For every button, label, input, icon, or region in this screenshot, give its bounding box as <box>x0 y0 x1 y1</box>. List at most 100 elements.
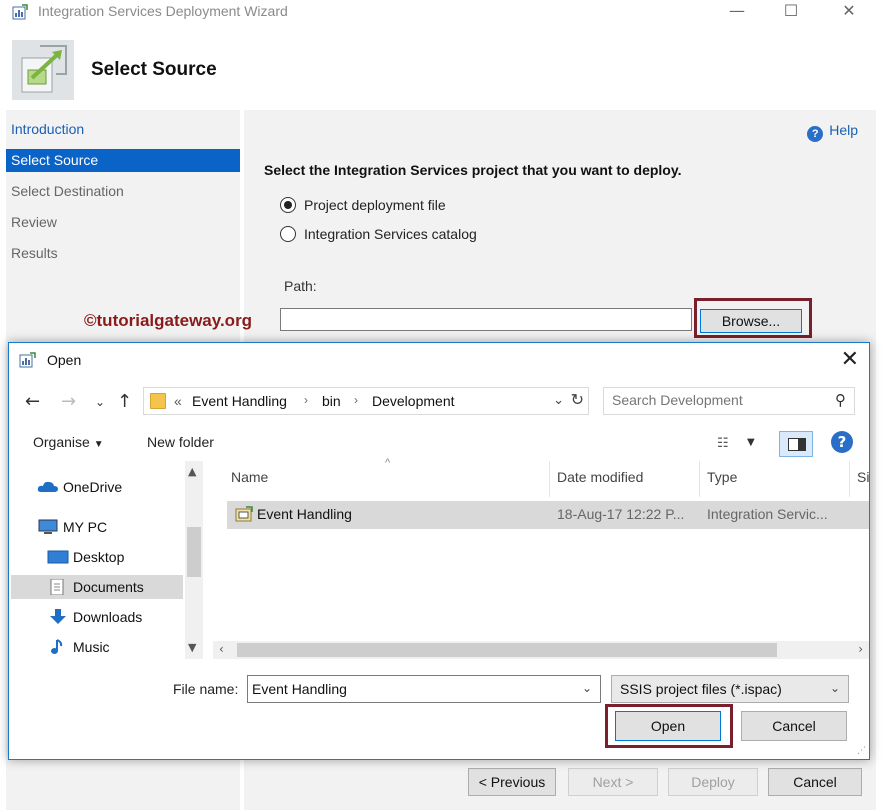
path-input[interactable] <box>280 308 692 331</box>
cloud-icon <box>37 478 59 494</box>
folder-icon <box>150 393 166 409</box>
ispac-file-icon <box>235 506 253 522</box>
tree-scrollbar[interactable]: ▲ ▼ <box>185 461 203 659</box>
next-button[interactable]: Next > <box>568 768 658 796</box>
file-type-cell: Integration Servic... <box>707 506 828 522</box>
column-header-date-modified[interactable]: Date modified <box>557 469 643 485</box>
maximize-button[interactable]: ☐ <box>768 0 814 24</box>
file-name-input[interactable] <box>252 681 572 697</box>
file-name-combobox[interactable]: ⌄ <box>247 675 601 703</box>
column-divider[interactable] <box>549 461 550 497</box>
close-button[interactable]: ✕ <box>826 0 872 24</box>
open-file-dialog: Open ✕ ← → ⌄ ↑ « Event Handling › bin › … <box>8 342 870 760</box>
tree-item-desktop[interactable]: Desktop <box>47 545 207 569</box>
dialog-cancel-button[interactable]: Cancel <box>741 711 847 741</box>
file-name-dropdown-icon[interactable]: ⌄ <box>582 681 592 695</box>
search-icon[interactable]: ⚲ <box>835 391 846 409</box>
preview-pane-icon[interactable] <box>779 431 813 457</box>
search-input[interactable] <box>612 392 822 408</box>
breadcrumb-overflow[interactable]: « <box>174 393 182 409</box>
desktop-icon <box>47 548 69 564</box>
address-bar[interactable]: « Event Handling › bin › Development ⌄ ↻ <box>143 387 589 415</box>
scroll-down-icon[interactable]: ▼ <box>188 641 196 654</box>
radio-selected-indicator[interactable] <box>280 197 296 213</box>
recent-locations-chevron-icon[interactable]: ⌄ <box>95 395 105 409</box>
new-folder-button[interactable]: New folder <box>147 434 214 450</box>
dialog-title-bar: Open ✕ <box>9 343 869 377</box>
organise-menu[interactable]: Organise ▼ <box>33 434 104 450</box>
page-title: Select Source <box>91 59 217 80</box>
column-header-name[interactable]: Name <box>231 469 268 485</box>
previous-button[interactable]: < Previous <box>468 768 556 796</box>
tree-item-label: Documents <box>73 579 144 595</box>
documents-icon <box>47 578 69 596</box>
wizard-app-icon <box>12 4 28 20</box>
scroll-left-icon[interactable]: ‹ <box>219 642 224 656</box>
tree-item-onedrive[interactable]: OneDrive <box>37 475 197 499</box>
wizard-cancel-button[interactable]: Cancel <box>768 768 862 796</box>
breadcrumb-bin[interactable]: bin <box>322 393 341 409</box>
nav-item-select-source[interactable]: Select Source <box>6 149 240 172</box>
breadcrumb-separator-icon: › <box>304 393 308 407</box>
tree-item-documents[interactable]: Documents <box>11 575 183 599</box>
column-divider[interactable] <box>699 461 700 497</box>
dialog-help-icon[interactable]: ? <box>831 431 853 453</box>
wizard-header: Select Source <box>0 26 882 108</box>
dialog-close-icon[interactable]: ✕ <box>841 347 859 372</box>
open-highlight-box <box>605 704 733 748</box>
refresh-icon[interactable]: ↻ <box>571 390 584 409</box>
nav-item-results: Results <box>11 245 58 261</box>
view-options-icon[interactable]: ☷ <box>717 436 729 451</box>
radio-integration-services-catalog[interactable]: Integration Services catalog <box>280 226 477 242</box>
nav-item-review: Review <box>11 214 57 230</box>
file-name-label: File name: <box>173 681 239 697</box>
column-header-type[interactable]: Type <box>707 469 737 485</box>
help-link[interactable]: ? Help <box>807 122 858 142</box>
file-type-select[interactable]: SSIS project files (*.ispac) ⌄ <box>611 675 849 703</box>
dialog-nav-bar: ← → ⌄ ↑ « Event Handling › bin › Develop… <box>9 383 869 419</box>
tree-item-music[interactable]: Music <box>47 635 207 659</box>
tree-item-downloads[interactable]: Downloads <box>47 605 207 629</box>
file-type-dropdown-icon[interactable]: ⌄ <box>830 681 840 695</box>
dialog-app-icon <box>19 352 36 368</box>
view-options-dropdown-icon[interactable]: ▼ <box>747 437 755 448</box>
forward-arrow-icon[interactable]: → <box>61 391 76 412</box>
tree-item-my-pc[interactable]: MY PC <box>37 515 197 539</box>
file-list-scrollbar-thumb[interactable] <box>237 643 777 657</box>
organise-label: Organise <box>33 434 90 450</box>
select-project-prompt: Select the Integration Services project … <box>264 162 682 178</box>
back-arrow-icon[interactable]: ← <box>25 391 40 412</box>
tree-scrollbar-thumb[interactable] <box>187 527 201 577</box>
nav-item-introduction[interactable]: Introduction <box>6 118 240 141</box>
window-title: Integration Services Deployment Wizard <box>38 3 288 19</box>
breadcrumb-separator-icon: › <box>354 393 358 407</box>
minimize-button[interactable]: — <box>714 0 760 24</box>
breadcrumb-development[interactable]: Development <box>372 393 455 409</box>
column-header-size[interactable]: Si <box>857 469 869 485</box>
radio-unselected-indicator[interactable] <box>280 226 296 242</box>
sort-indicator-icon: ^ <box>385 457 391 469</box>
address-dropdown-icon[interactable]: ⌄ <box>553 392 564 408</box>
radio-file-label: Project deployment file <box>304 197 446 213</box>
path-label: Path: <box>284 278 317 294</box>
file-list-scrollbar[interactable]: ‹ › <box>213 641 869 659</box>
deploy-button[interactable]: Deploy <box>668 768 758 796</box>
up-arrow-icon[interactable]: ↑ <box>117 391 132 412</box>
breadcrumb-event-handling[interactable]: Event Handling <box>192 393 287 409</box>
computer-icon <box>37 518 59 534</box>
title-bar: Integration Services Deployment Wizard —… <box>0 0 882 26</box>
tree-item-label: MY PC <box>63 519 108 535</box>
music-note-icon <box>47 638 69 654</box>
dialog-title: Open <box>47 352 82 368</box>
radio-catalog-label: Integration Services catalog <box>304 226 477 242</box>
search-box[interactable]: ⚲ <box>603 387 855 415</box>
scroll-up-icon[interactable]: ▲ <box>188 465 196 478</box>
scroll-right-icon[interactable]: › <box>858 642 863 656</box>
file-list: ^ Name Date modified Type Si Event Handl… <box>213 457 869 659</box>
radio-project-deployment-file[interactable]: Project deployment file <box>280 197 446 213</box>
resize-grip-icon[interactable]: ⋰ <box>857 746 866 756</box>
column-divider[interactable] <box>849 461 850 497</box>
browse-highlight-box <box>694 298 812 338</box>
file-row[interactable]: Event Handling 18-Aug-17 12:22 P... Inte… <box>227 501 869 529</box>
deployment-banner-icon <box>12 40 74 100</box>
